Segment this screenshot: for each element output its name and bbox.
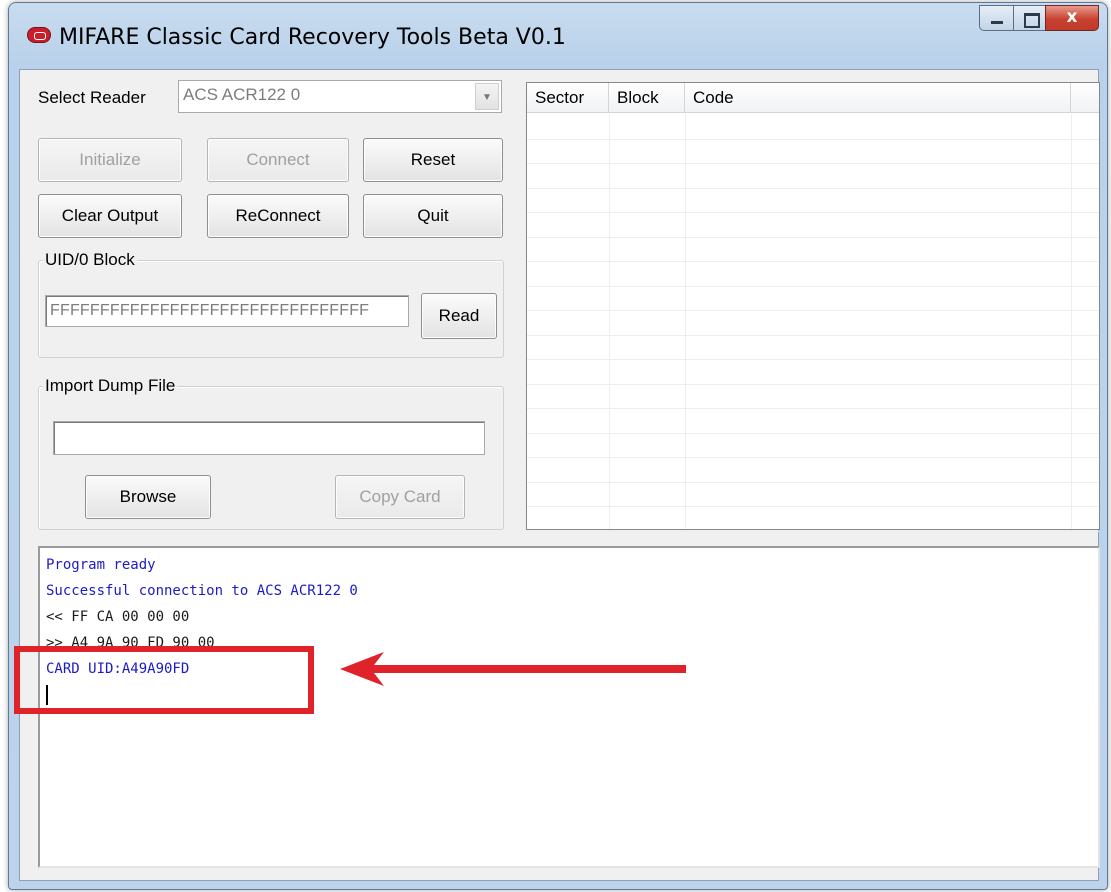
reset-button[interactable]: Reset xyxy=(363,138,503,182)
output-line: Program ready xyxy=(46,557,156,573)
browse-button[interactable]: Browse xyxy=(85,475,211,519)
grid-row-line xyxy=(527,432,1099,434)
grid-row-line xyxy=(527,506,1099,507)
grid-row-line xyxy=(527,236,1099,238)
highlight-annotation-box xyxy=(14,646,314,714)
output-line: << FF CA 00 00 00 xyxy=(46,609,190,625)
reconnect-button[interactable]: ReConnect xyxy=(207,194,349,238)
grid-row-line xyxy=(527,138,1099,140)
column-divider xyxy=(685,114,686,529)
column-header-filler xyxy=(1071,83,1099,113)
column-divider xyxy=(609,114,610,529)
uid-block-legend: UID/0 Block xyxy=(43,250,137,270)
sector-grid[interactable]: Sector Block Code xyxy=(526,82,1100,532)
grid-row-line xyxy=(527,163,1099,164)
grid-row-line xyxy=(527,481,1099,483)
import-dump-group: Import Dump File Browse Copy Card xyxy=(38,376,504,530)
uid-block-group: UID/0 Block FFFFFFFFFFFFFFFFFFFFFFFFFFFF… xyxy=(38,250,504,358)
grid-body xyxy=(527,114,1099,532)
column-header-block[interactable]: Block xyxy=(609,83,685,113)
column-header-sector[interactable]: Sector xyxy=(527,83,609,113)
grid-row-line xyxy=(527,261,1099,262)
reader-select[interactable]: ACS ACR122 0 ▼ xyxy=(178,80,502,113)
initialize-button[interactable]: Initialize xyxy=(38,138,182,182)
copy-card-button[interactable]: Copy Card xyxy=(335,475,465,519)
grid-row-line xyxy=(527,359,1099,360)
column-header-code[interactable]: Code xyxy=(685,83,1071,113)
chevron-down-icon[interactable]: ▼ xyxy=(475,83,499,110)
quit-button[interactable]: Quit xyxy=(363,194,503,238)
uid-input-value: FFFFFFFFFFFFFFFFFFFFFFFFFFFFFFFF xyxy=(50,302,370,319)
arrow-annotation-icon xyxy=(340,652,686,686)
grid-row-line xyxy=(527,187,1099,189)
read-button[interactable]: Read xyxy=(421,293,497,339)
grid-row-line xyxy=(527,334,1099,336)
grid-row-line xyxy=(527,408,1099,409)
connect-button[interactable]: Connect xyxy=(207,138,349,182)
reader-select-value: ACS ACR122 0 xyxy=(183,85,301,104)
grid-row-line xyxy=(527,212,1099,213)
caption-buttons: x xyxy=(979,5,1099,31)
output-line: Successful connection to ACS ACR122 0 xyxy=(46,583,358,599)
grid-row-line xyxy=(527,457,1099,458)
app-window: MIFARE Classic Card Recovery Tools Beta … xyxy=(8,2,1108,890)
select-reader-label: Select Reader xyxy=(38,88,146,107)
dump-file-input[interactable] xyxy=(53,421,485,455)
uid-input[interactable]: FFFFFFFFFFFFFFFFFFFFFFFFFFFFFFFF xyxy=(45,295,409,327)
clear-output-button[interactable]: Clear Output xyxy=(38,194,182,238)
import-dump-legend: Import Dump File xyxy=(43,376,178,396)
close-icon[interactable]: x xyxy=(1045,5,1099,31)
grid-row-line xyxy=(527,530,1099,532)
minimize-icon[interactable] xyxy=(979,5,1013,31)
app-icon xyxy=(27,27,51,43)
column-divider xyxy=(1071,114,1072,529)
title-bar[interactable]: MIFARE Classic Card Recovery Tools Beta … xyxy=(9,3,1107,67)
maximize-icon[interactable] xyxy=(1013,5,1045,31)
window-title: MIFARE Classic Card Recovery Tools Beta … xyxy=(59,25,566,50)
client-area: Select Reader ACS ACR122 0 ▼ Initialize … xyxy=(19,69,1100,881)
grid-row-line xyxy=(527,310,1099,311)
close-glyph: x xyxy=(1066,7,1078,27)
grid-row-line xyxy=(527,383,1099,385)
grid-header: Sector Block Code xyxy=(527,83,1099,113)
grid-row-line xyxy=(527,285,1099,287)
